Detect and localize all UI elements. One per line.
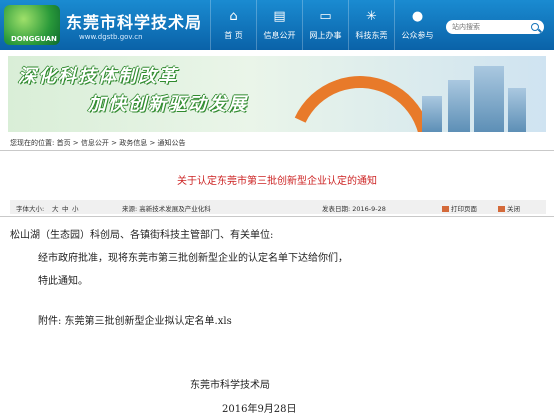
banner-slogan-line1: 深化科技体制改革 — [18, 66, 178, 87]
article-title: 关于认定东莞市第三批创新型企业认定的通知 — [177, 176, 377, 187]
banner-building — [508, 88, 526, 132]
document-icon: ▤ — [273, 9, 286, 24]
font-size-medium[interactable]: 中 — [62, 203, 69, 213]
site-logo[interactable]: DONGGUAN — [4, 5, 60, 45]
nav-label: 科技东莞 — [355, 31, 388, 40]
hero-banner: 深化科技体制改革 加快创新驱动发展 — [8, 56, 546, 132]
close-button[interactable]: 关闭 — [498, 203, 520, 213]
nav-label: 网上办事 — [309, 31, 342, 40]
breadcrumb[interactable]: 您现在的位置: 首页 > 信息公开 > 政务信息 > 通知公告 — [10, 138, 186, 148]
article-info-bar: 字体大小: 大 中 小 来源: 高新技术发展及产业化科 发表日期: 2016-9… — [10, 200, 546, 214]
site-search — [446, 20, 544, 34]
nav-label: 公众参与 — [401, 31, 434, 40]
nav-public-participation[interactable]: ● 公众参与 — [394, 0, 440, 50]
nav-label: 信息公开 — [263, 31, 296, 40]
font-size-label: 字体大小: — [16, 205, 45, 213]
search-icon[interactable] — [531, 23, 539, 31]
atom-icon: ✳ — [366, 9, 377, 24]
nav-info-disclosure[interactable]: ▤ 信息公开 — [256, 0, 302, 50]
search-input[interactable] — [452, 21, 524, 33]
font-size-small[interactable]: 小 — [72, 203, 79, 213]
sign-date: 2016年9月28日 — [222, 404, 297, 415]
monitor-icon: ▭ — [319, 9, 332, 24]
banner-slogan-line2: 加快创新驱动发展 — [88, 94, 248, 115]
banner-building — [474, 66, 504, 132]
banner-building — [422, 96, 442, 132]
banner-building — [448, 80, 470, 132]
nav-label: 首 页 — [224, 31, 243, 40]
home-icon: ⌂ — [229, 9, 238, 24]
print-icon — [442, 206, 449, 212]
divider — [0, 216, 554, 217]
nav-online-service[interactable]: ▭ 网上办事 — [302, 0, 348, 50]
divider — [0, 150, 554, 151]
site-url: www.dgstb.gov.cn — [79, 33, 143, 41]
signature: 东莞市科学技术局 — [190, 380, 270, 391]
body-paragraph: 经市政府批准，现将东莞市第三批创新型企业的认定名单下达给你们， — [38, 253, 348, 264]
print-button[interactable]: 打印页面 — [442, 203, 477, 213]
main-nav: ⌂ 首 页 ▤ 信息公开 ▭ 网上办事 ✳ 科技东莞 ● 公众参与 — [210, 0, 440, 50]
salutation: 松山湖（生态园）科创局、各镇街科技主管部门、有关单位: — [10, 230, 274, 241]
chat-icon: ● — [411, 9, 424, 24]
attachment-link[interactable]: 附件: 东莞第三批创新型企业拟认定名单.xls — [38, 312, 232, 327]
body-paragraph: 特此通知。 — [38, 276, 88, 287]
article-date: 发表日期: 2016-9-28 — [322, 205, 386, 213]
site-title: 东莞市科学技术局 — [66, 13, 203, 32]
site-header: DONGGUAN 东莞市科学技术局 www.dgstb.gov.cn ⌂ 首 页… — [0, 0, 554, 50]
nav-home[interactable]: ⌂ 首 页 — [210, 0, 256, 50]
article-source: 来源: 高新技术发展及产业化科 — [122, 205, 211, 213]
nav-tech-dongguan[interactable]: ✳ 科技东莞 — [348, 0, 394, 50]
close-icon — [498, 206, 505, 212]
font-size-large[interactable]: 大 — [52, 203, 59, 213]
